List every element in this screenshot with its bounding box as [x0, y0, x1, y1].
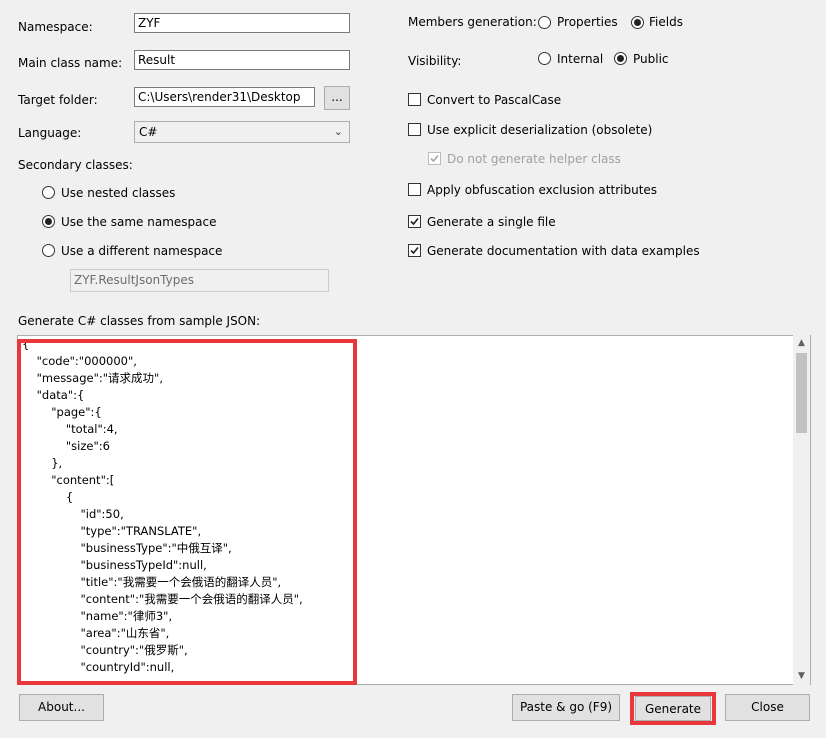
json-line: "country":"俄罗斯",: [22, 643, 188, 657]
radio-properties[interactable]: [538, 16, 551, 29]
scroll-up-icon[interactable]: ▲: [793, 335, 810, 352]
language-select[interactable]: C# ⌄: [134, 121, 350, 143]
radio-internal-label: Internal: [557, 52, 604, 66]
members-generation-label: Members generation:: [408, 15, 537, 29]
main-class-label: Main class name:: [18, 56, 123, 70]
json-line: "total":4,: [22, 422, 118, 436]
checkbox-pascal-case-label: Convert to PascalCase: [427, 93, 562, 107]
checkbox-explicit-deserialization[interactable]: [408, 123, 421, 136]
json-text: { "code":"000000", "message":"请求成功", "da…: [22, 336, 303, 676]
radio-public[interactable]: [614, 52, 627, 65]
json-line: "area":"山东省",: [22, 626, 170, 640]
json-line: "data":{: [22, 388, 85, 402]
radio-different-namespace[interactable]: [42, 244, 55, 257]
json-line: "countryId":null,: [22, 660, 175, 674]
scroll-down-icon[interactable]: ▼: [793, 668, 810, 685]
namespace-input[interactable]: ZYF: [134, 13, 350, 33]
radio-fields-label: Fields: [649, 15, 683, 29]
visibility-label: Visibility:: [408, 54, 462, 68]
checkbox-documentation-label: Generate documentation with data example…: [427, 244, 700, 258]
radio-different-namespace-label: Use a different namespace: [61, 244, 223, 258]
language-label: Language:: [18, 126, 82, 140]
namespace-label: Namespace:: [18, 20, 93, 34]
checkmark-icon: [410, 246, 419, 255]
json-textarea[interactable]: { "code":"000000", "message":"请求成功", "da…: [17, 335, 811, 685]
radio-same-namespace[interactable]: [42, 215, 55, 228]
checkbox-explicit-deserialization-label: Use explicit deserialization (obsolete): [427, 123, 653, 137]
target-folder-label: Target folder:: [18, 93, 98, 107]
checkmark-icon: [410, 217, 419, 226]
json-line: {: [22, 490, 74, 504]
json-line: "message":"请求成功",: [22, 371, 163, 385]
checkbox-obfuscation-label: Apply obfuscation exclusion attributes: [427, 183, 658, 197]
json-line: "type":"TRANSLATE",: [22, 524, 202, 538]
browse-button[interactable]: ...: [324, 86, 350, 110]
checkbox-single-file[interactable]: [408, 215, 421, 228]
different-namespace-input: ZYF.ResultJsonTypes: [70, 269, 329, 292]
checkbox-obfuscation[interactable]: [408, 183, 421, 196]
json-line: {: [22, 337, 30, 351]
paste-go-button[interactable]: Paste & go (F9): [512, 694, 620, 721]
radio-properties-label: Properties: [557, 15, 618, 29]
checkbox-documentation[interactable]: [408, 244, 421, 257]
checkbox-no-helper-class: [428, 152, 441, 165]
checkmark-icon: [430, 154, 439, 163]
target-folder-input[interactable]: C:\Users\render31\Desktop: [134, 87, 315, 107]
json-line: "businessType":"中俄互译",: [22, 541, 232, 555]
json-line: "size":6: [22, 439, 110, 453]
radio-public-label: Public: [633, 52, 669, 66]
json-line: "name":"律师3",: [22, 609, 173, 623]
json-line: "code":"000000",: [22, 354, 137, 368]
json-scrollbar[interactable]: ▲ ▼: [793, 335, 810, 685]
secondary-classes-label: Secondary classes:: [18, 158, 133, 172]
radio-nested-classes-label: Use nested classes: [61, 186, 176, 200]
json-line: "page":{: [22, 405, 102, 419]
close-button[interactable]: Close: [725, 694, 810, 721]
checkbox-single-file-label: Generate a single file: [427, 215, 556, 229]
checkbox-pascal-case[interactable]: [408, 93, 421, 106]
json-line: "businessTypeId":null,: [22, 558, 207, 572]
radio-fields[interactable]: [631, 16, 644, 29]
scroll-thumb[interactable]: [796, 353, 807, 433]
language-value: C#: [139, 125, 158, 139]
checkbox-no-helper-class-label: Do not generate helper class: [447, 152, 621, 166]
json-line: "title":"我需要一个会俄语的翻译人员",: [22, 575, 282, 589]
radio-nested-classes[interactable]: [42, 186, 55, 199]
json-line: "content":"我需要一个会俄语的翻译人员",: [22, 592, 303, 606]
json-input-label: Generate C# classes from sample JSON:: [18, 314, 261, 328]
chevron-down-icon: ⌄: [333, 125, 343, 138]
json-line: "id":50,: [22, 507, 124, 521]
generate-button[interactable]: Generate: [635, 696, 711, 721]
radio-internal[interactable]: [538, 52, 551, 65]
radio-same-namespace-label: Use the same namespace: [61, 215, 217, 229]
json-line: },: [22, 456, 63, 470]
json-line: "content":[: [22, 473, 115, 487]
main-class-input[interactable]: Result: [134, 50, 350, 70]
about-button[interactable]: About...: [19, 694, 104, 721]
